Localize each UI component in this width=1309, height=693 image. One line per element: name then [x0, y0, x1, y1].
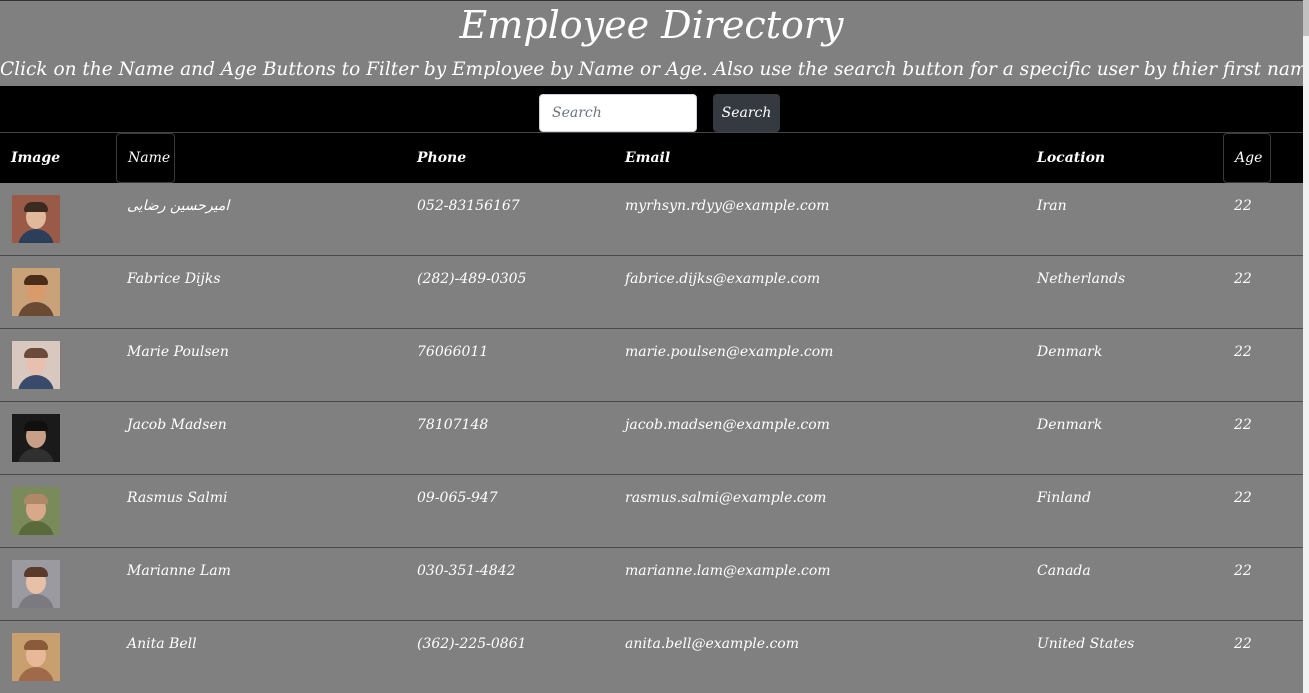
- employee-avatar: [12, 195, 60, 243]
- employee-avatar: [12, 268, 60, 316]
- employee-name: Rasmus Salmi: [127, 490, 228, 506]
- employee-avatar: [12, 487, 60, 535]
- employee-location: Netherlands: [1037, 271, 1126, 287]
- age-sort-button[interactable]: Age: [1223, 133, 1271, 183]
- table-row: امیرحسین رضایی 052-83156167 myrhsyn.rdyy…: [0, 183, 1303, 256]
- employee-email: myrhsyn.rdyy@example.com: [625, 198, 830, 214]
- employee-email: fabrice.dijks@example.com: [625, 271, 821, 287]
- employee-age: 22: [1234, 344, 1252, 360]
- search-input[interactable]: [539, 94, 697, 132]
- employee-name: Marianne Lam: [127, 563, 231, 579]
- table-row: Fabrice Dijks (282)-489-0305 fabrice.dij…: [0, 256, 1303, 329]
- page-title: Employee Directory: [459, 3, 844, 47]
- employee-location: Finland: [1037, 490, 1092, 506]
- employee-name: Anita Bell: [127, 636, 197, 652]
- page: Employee Directory Click on the Name and…: [0, 0, 1309, 693]
- employee-name: Fabrice Dijks: [127, 271, 221, 287]
- employee-email: marianne.lam@example.com: [625, 563, 831, 579]
- page-scrollbar[interactable]: [1303, 0, 1309, 693]
- employee-age: 22: [1234, 490, 1252, 506]
- employee-phone: 09-065-947: [417, 490, 498, 506]
- search-bar: Search: [0, 86, 1303, 132]
- employee-phone: 052-83156167: [417, 198, 520, 214]
- employee-location: Iran: [1037, 198, 1067, 214]
- employee-table-body: امیرحسین رضایی 052-83156167 myrhsyn.rdyy…: [0, 183, 1303, 693]
- employee-name: Marie Poulsen: [127, 344, 229, 360]
- employee-name: امیرحسین رضایی: [127, 198, 230, 214]
- employee-age: 22: [1234, 417, 1252, 433]
- employee-age: 22: [1234, 198, 1252, 214]
- table-row: Rasmus Salmi 09-065-947 rasmus.salmi@exa…: [0, 475, 1303, 548]
- employee-phone: 76066011: [417, 344, 489, 360]
- table-row: Marianne Lam 030-351-4842 marianne.lam@e…: [0, 548, 1303, 621]
- column-header-image: Image: [11, 150, 61, 166]
- employee-location: United States: [1037, 636, 1135, 652]
- page-subtitle: Click on the Name and Age Buttons to Fil…: [0, 59, 1309, 80]
- employee-location: Denmark: [1037, 344, 1103, 360]
- table-row: Anita Bell (362)-225-0861 anita.bell@exa…: [0, 621, 1303, 693]
- scrollbar-thumb[interactable]: [1303, 0, 1309, 36]
- employee-location: Canada: [1037, 563, 1091, 579]
- column-header-phone: Phone: [417, 150, 467, 166]
- employee-email: jacob.madsen@example.com: [625, 417, 830, 433]
- employee-avatar: [12, 414, 60, 462]
- employee-name: Jacob Madsen: [127, 417, 227, 433]
- table-header: Image Name Phone Email Location Age: [0, 132, 1303, 183]
- employee-email: anita.bell@example.com: [625, 636, 799, 652]
- table-row: Marie Poulsen 76066011 marie.poulsen@exa…: [0, 329, 1303, 402]
- employee-phone: 78107148: [417, 417, 489, 433]
- employee-age: 22: [1234, 563, 1252, 579]
- employee-email: rasmus.salmi@example.com: [625, 490, 827, 506]
- employee-avatar: [12, 633, 60, 681]
- employee-avatar: [12, 341, 60, 389]
- column-header-email: Email: [625, 150, 671, 166]
- name-sort-button[interactable]: Name: [116, 133, 175, 183]
- employee-phone: (362)-225-0861: [417, 636, 527, 652]
- column-header-location: Location: [1037, 150, 1106, 166]
- employee-age: 22: [1234, 636, 1252, 652]
- search-button[interactable]: Search: [713, 94, 780, 132]
- employee-phone: (282)-489-0305: [417, 271, 527, 287]
- table-row: Jacob Madsen 78107148 jacob.madsen@examp…: [0, 402, 1303, 475]
- employee-phone: 030-351-4842: [417, 563, 516, 579]
- employee-email: marie.poulsen@example.com: [625, 344, 834, 360]
- employee-age: 22: [1234, 271, 1252, 287]
- employee-avatar: [12, 560, 60, 608]
- header: Employee Directory Click on the Name and…: [0, 0, 1309, 86]
- employee-location: Denmark: [1037, 417, 1103, 433]
